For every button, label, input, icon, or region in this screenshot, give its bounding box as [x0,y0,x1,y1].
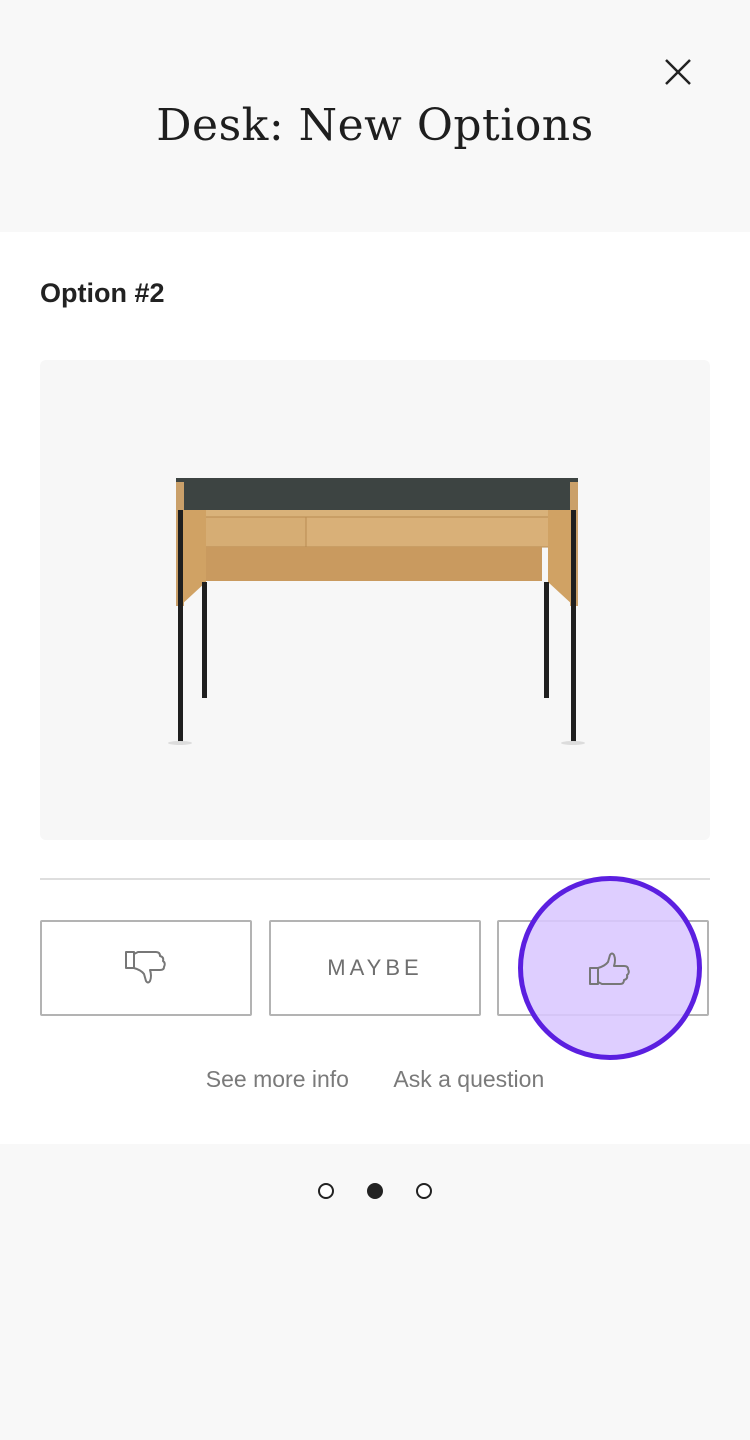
maybe-button[interactable]: MAYBE [269,920,481,1016]
like-button-highlight[interactable] [518,876,702,1060]
header: Desk: New Options [0,0,750,232]
thumbs-down-icon [125,951,166,984]
close-button[interactable] [656,50,700,94]
dislike-button[interactable] [40,920,252,1016]
close-icon [665,59,691,85]
ask-question-link[interactable]: Ask a question [393,1066,544,1092]
page-title: Desk: New Options [156,100,594,151]
product-image [40,360,710,840]
see-more-info-link[interactable]: See more info [206,1066,349,1092]
option-label: Option #2 [40,278,165,308]
page-dot-3[interactable] [416,1183,432,1199]
maybe-label: MAYBE [327,955,423,980]
pagination-dots [0,1183,750,1199]
option-card: Option #2 MAYBE See more info Ask a ques… [0,232,750,1144]
desk-illustration [168,478,585,745]
page-dot-2[interactable] [367,1183,383,1199]
page-dot-1[interactable] [318,1183,334,1199]
option-links: See more info Ask a question [0,1066,750,1093]
thumbs-up-icon [589,952,630,985]
